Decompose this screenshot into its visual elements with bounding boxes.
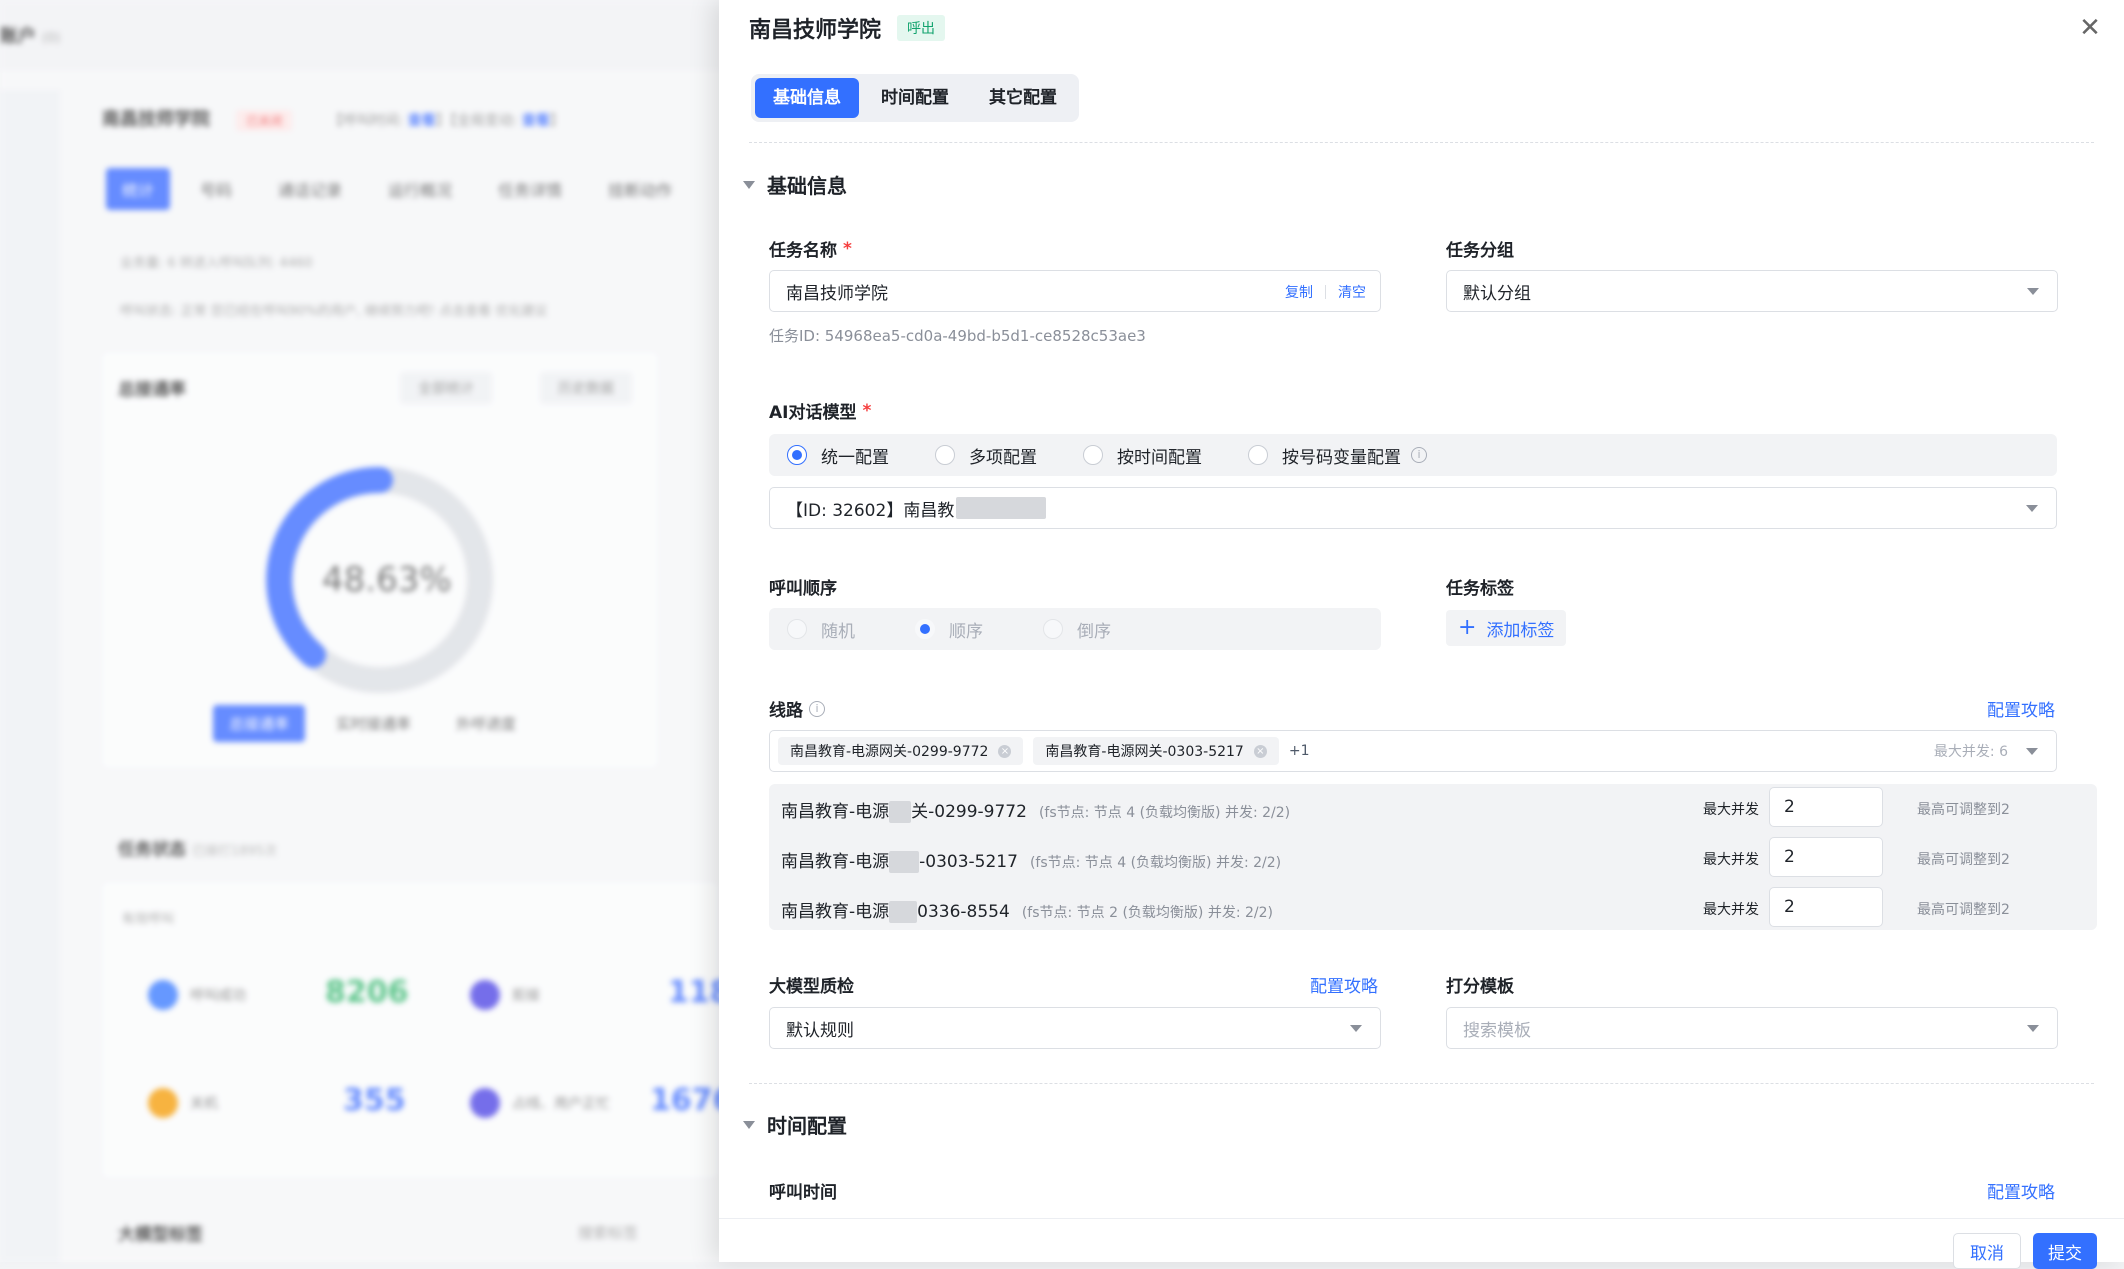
score-template-label: 打分模板 [1446,977,1514,997]
route-name: 南昌教育-电源 0336-8554 (fs节点: 节点 2 (负载均衡版) 并发: … [781,901,1274,923]
close-icon[interactable]: × [998,744,1012,758]
chevron-down-icon [2027,1025,2039,1032]
route-chip: 南昌教育-电源网关-0299-9772 × [778,737,1024,765]
close-icon[interactable]: ✕ [2076,14,2104,42]
route-name: 南昌教育-电源 -0303-5217 (fs节点: 节点 4 (负载均衡版) 并发:… [781,851,1282,873]
drawer-title: 南昌技师学院 呼出 [749,12,946,44]
score-template-select[interactable]: 搜索模板 [1446,1007,2058,1049]
redacted-block [889,801,912,823]
caret-down-icon [743,1120,755,1129]
call-order-label: 呼叫顺序 [769,579,837,599]
llm-qc-select[interactable]: 默认规则 [769,1007,1381,1049]
task-id: 任务ID: 54968ea5-cd0a-49bd-b5d1-ce8528c53a… [769,327,1146,345]
call-time-guide-link[interactable]: 配置攻略 [1987,1178,2055,1203]
redacted-block [889,901,918,923]
radio-multi-config[interactable]: 多项配置 [935,443,1037,468]
route-row: 南昌教育-电源 关-0299-9772 (fs节点: 节点 4 (负载均衡版) 并发… [769,784,2097,834]
chevron-down-icon [2026,505,2038,512]
redacted-block [956,497,1047,519]
call-direction-badge: 呼出 [897,15,946,41]
radio-unified-config[interactable]: 统一配置 [787,443,889,468]
radio-sequential[interactable]: 顺序 [915,617,983,642]
divider [749,142,2094,143]
section-time-config[interactable]: 时间配置 [743,1110,847,1139]
llm-qc-label: 大模型质检 [769,977,854,997]
llm-qc-guide-link[interactable]: 配置攻略 [1310,972,1378,997]
drawer-footer: 取消 提交 [719,1218,2124,1269]
info-icon[interactable]: i [809,700,825,717]
chevron-down-icon [2027,288,2039,295]
route-select[interactable]: 南昌教育-电源网关-0299-9772 × 南昌教育-电源网关-0303-5217… [769,730,2057,772]
route-list: 南昌教育-电源 关-0299-9772 (fs节点: 节点 4 (负载均衡版) 并发… [769,784,2097,930]
max-concurrency-label: 最大并发 [1703,802,1759,818]
call-time-label: 呼叫时间 [769,1183,837,1203]
add-tag-button[interactable]: + 添加标签 [1446,610,1567,646]
tab-other-config[interactable]: 其它配置 [971,78,1075,118]
max-concurrency-hint: 最高可调整到2 [1917,852,2010,868]
call-order-radio-group: 随机 顺序 倒序 [769,608,1381,650]
info-icon[interactable]: i [1411,447,1427,463]
task-name-input[interactable]: 南昌技师学院 复制 清空 [769,270,1381,312]
task-edit-drawer: 南昌技师学院 呼出 ✕ 基础信息 时间配置 其它配置 基础信息 任务名称 * 南昌… [719,0,2124,1269]
route-guide-link[interactable]: 配置攻略 [1987,696,2055,721]
route-label: 线路 i [769,696,825,721]
route-chip: 南昌教育-电源网关-0303-5217 × [1033,737,1279,765]
task-group-select[interactable]: 默认分组 [1446,270,2058,312]
clear-button[interactable]: 清空 [1338,282,1366,302]
tab-time-config[interactable]: 时间配置 [863,78,967,118]
route-row: 南昌教育-电源 0336-8554 (fs节点: 节点 2 (负载均衡版) 并发: … [769,884,2097,934]
max-concurrency-input[interactable]: 2 [1769,887,1883,927]
route-name: 南昌教育-电源 关-0299-9772 (fs节点: 节点 4 (负载均衡版) 并发… [781,801,1291,823]
max-concurrency-input[interactable]: 2 [1769,787,1883,827]
close-icon[interactable]: × [1253,744,1267,758]
cancel-button[interactable]: 取消 [1953,1233,2021,1269]
plus-icon: + [1458,615,1477,640]
caret-down-icon [743,180,755,189]
max-concurrency-label: 最大并发 [1703,852,1759,868]
divider [749,1083,2094,1084]
section-tabs: 基础信息 时间配置 其它配置 [751,74,1079,122]
ai-model-label: AI对话模型 * [769,400,872,424]
max-concurrency-hint: 最高可调整到2 [1917,802,2010,818]
task-tag-label: 任务标签 [1446,579,1514,599]
radio-random[interactable]: 随机 [787,617,855,642]
submit-button[interactable]: 提交 [2033,1233,2097,1269]
ai-model-select[interactable]: 【ID: 32602】南昌教 [769,487,2057,529]
route-row: 南昌教育-电源 -0303-5217 (fs节点: 节点 4 (负载均衡版) 并发:… [769,834,2097,884]
chevron-down-icon [1350,1025,1362,1032]
task-name-label: 任务名称 * [769,238,852,262]
task-group-label: 任务分组 [1446,241,1514,261]
max-concurrency-summary: 最大并发: 6 [1933,744,2008,760]
ai-model-radio-group: 统一配置 多项配置 按时间配置 按号码变量配置 i [769,434,2057,476]
route-more-count: +1 [1288,743,1310,759]
section-basic-info[interactable]: 基础信息 [743,170,847,199]
copy-button[interactable]: 复制 [1285,282,1313,302]
max-concurrency-input[interactable]: 2 [1769,837,1883,877]
max-concurrency-hint: 最高可调整到2 [1917,902,2010,918]
chevron-down-icon [2026,748,2038,755]
tab-basic-info[interactable]: 基础信息 [755,78,859,118]
max-concurrency-label: 最大并发 [1703,902,1759,918]
radio-reverse[interactable]: 倒序 [1043,617,1111,642]
radio-number-variable-config[interactable]: 按号码变量配置 [1248,443,1401,468]
radio-time-config[interactable]: 按时间配置 [1083,443,1202,468]
redacted-block [889,851,920,873]
